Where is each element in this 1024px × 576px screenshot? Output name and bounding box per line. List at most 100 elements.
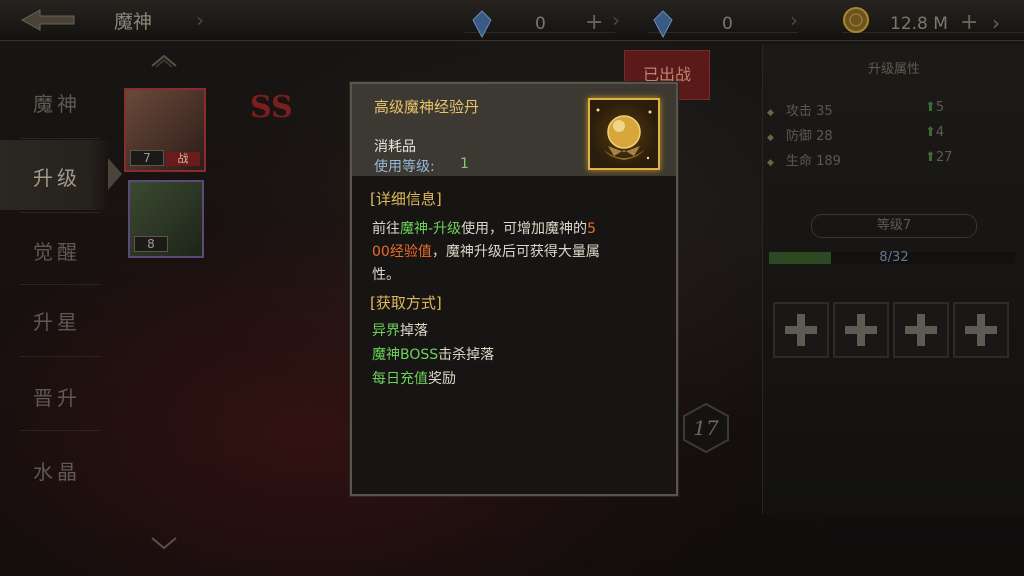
- sidebar-item-awaken[interactable]: 觉醒: [0, 214, 110, 284]
- source-text: 奖励: [428, 371, 456, 387]
- sidebar: 魔神 升级 觉醒 升星 晋升 水晶: [0, 58, 122, 558]
- item-type: 消耗品: [374, 139, 416, 155]
- stat-value: 35: [816, 104, 833, 119]
- stat-gain: 5: [935, 100, 945, 115]
- gold-coin-icon: [843, 7, 869, 33]
- item-name: 高级魔神经验丹: [374, 98, 480, 116]
- stat-gain: 4: [935, 125, 945, 140]
- scroll-up-icon[interactable]: [150, 54, 178, 68]
- tooltip-header: 高级魔神经验丹 消耗品 使用等级: 1: [352, 84, 676, 176]
- stat-attack: ◆ 攻击 35: [767, 100, 833, 119]
- sidebar-item-star-up[interactable]: 升星: [0, 284, 110, 354]
- hero-card-1[interactable]: 7 战: [124, 88, 206, 172]
- stat-gain-hp: ⬆27: [925, 150, 952, 165]
- sidebar-item-label: 魔神: [33, 92, 81, 116]
- material-slot-3[interactable]: [893, 302, 949, 358]
- up-arrow-icon: ⬆: [925, 100, 936, 115]
- desc-text: 性。: [372, 267, 400, 283]
- divider: [20, 138, 100, 139]
- crystal-icon: [472, 10, 492, 38]
- source-highlight: 异界: [372, 323, 400, 339]
- diamond-icon: ◆: [767, 158, 774, 168]
- level-hex-badge: 17: [680, 402, 732, 454]
- rank-badge: SS: [250, 90, 293, 125]
- material-slot-1[interactable]: [773, 302, 829, 358]
- material-slot-4[interactable]: [953, 302, 1009, 358]
- item-tooltip: 高级魔神经验丹 消耗品 使用等级: 1 [详细信息] 前往魔神-升级使用，可增加…: [350, 82, 678, 496]
- currency-gold: 12.8 M + ›: [842, 6, 1024, 35]
- source-highlight: 每日充值: [372, 371, 428, 387]
- material-slot-2[interactable]: [833, 302, 889, 358]
- source-text: 掉落: [400, 323, 428, 339]
- add-currency-button[interactable]: +: [960, 10, 978, 35]
- golden-orb-icon: [596, 108, 652, 160]
- stat-value: 28: [816, 129, 833, 144]
- stat-name: 攻击: [785, 104, 812, 119]
- desc-text: 使用，可增加魔神的: [461, 221, 588, 237]
- hero-level: 8: [134, 236, 168, 252]
- divider: [20, 356, 100, 357]
- stat-name: 防御: [785, 129, 812, 144]
- currency-value: 12.8 M: [890, 14, 948, 34]
- desc-text: 前往: [372, 221, 400, 237]
- desc-text: ，魔神升级后可获得大量属: [431, 244, 600, 260]
- stat-name: 生命: [785, 154, 812, 169]
- source-text: 击杀掉落: [438, 347, 495, 363]
- diamond-icon: ◆: [767, 108, 774, 118]
- page-title: 魔神: [114, 11, 153, 33]
- item-icon-frame: [588, 98, 660, 170]
- upgrade-attributes-panel: 升级属性 ◆ 攻击 35 ⬆5 ◆ 防御 28 ⬆4 ◆ 生命 189 ⬆27 等级7…: [762, 44, 1024, 514]
- use-level-label: 使用等级:: [374, 159, 435, 175]
- currency-crystal-2: 0: [648, 6, 798, 38]
- sidebar-item-label: 升星: [33, 310, 81, 334]
- stat-hp: ◆ 生命 189: [767, 150, 841, 169]
- source-item: 异界掉落: [372, 320, 428, 340]
- currency-value: 0: [722, 14, 733, 34]
- source-item: 每日充值奖励: [372, 368, 456, 388]
- sidebar-item-label: 升级: [33, 166, 81, 190]
- up-arrow-icon: ⬆: [925, 125, 936, 140]
- level-label: 等级7: [811, 214, 977, 238]
- hero-level: 7: [130, 150, 164, 166]
- scroll-down-icon[interactable]: [150, 536, 178, 550]
- sidebar-item-upgrade[interactable]: 升级: [0, 140, 122, 210]
- currency-crystal-1: 0 +: [465, 6, 615, 38]
- sidebar-item-label: 水晶: [33, 460, 81, 484]
- up-arrow-icon: ⬆: [925, 150, 936, 165]
- item-description: 前往魔神-升级使用，可增加魔神的5 00经验值，魔神升级后可获得大量属性。: [372, 218, 642, 287]
- stat-gain: 27: [935, 150, 953, 165]
- sidebar-item-mashen[interactable]: 魔神: [0, 66, 110, 136]
- hero-status-badge: 战: [166, 152, 200, 166]
- panel-title: 升级属性: [867, 62, 920, 77]
- chevron-right-icon: ›: [790, 8, 798, 32]
- sidebar-item-crystal[interactable]: 水晶: [0, 434, 110, 504]
- chevron-right-icon: ›: [992, 11, 1000, 35]
- diamond-icon: ◆: [767, 133, 774, 143]
- level-hex-value: 17: [693, 416, 719, 440]
- add-currency-button[interactable]: +: [585, 10, 603, 35]
- back-arrow-icon: [20, 9, 75, 31]
- desc-exp-value: 00经验值: [372, 244, 432, 260]
- chevron-right-icon: ›: [612, 8, 620, 32]
- sidebar-item-promote[interactable]: 晋升: [0, 360, 110, 430]
- use-level-value: 1: [460, 156, 469, 172]
- source-highlight: 魔神BOSS: [372, 347, 439, 363]
- currency-value: 0: [535, 14, 546, 34]
- hero-card-2[interactable]: 8: [128, 180, 204, 258]
- source-item: 魔神BOSS击杀掉落: [372, 344, 494, 364]
- sidebar-item-label: 觉醒: [33, 240, 81, 264]
- crystal-icon: [653, 10, 673, 38]
- exp-text: 8/32: [879, 250, 909, 265]
- top-bar: 魔神 › 0 + › 0 › 12.8 M + ›: [0, 0, 1024, 41]
- stat-defense: ◆ 防御 28: [767, 125, 833, 144]
- desc-exp-value: 5: [587, 221, 596, 237]
- chevron-right-icon: ›: [196, 8, 204, 32]
- stat-gain-attack: ⬆5: [925, 100, 944, 115]
- sidebar-item-label: 晋升: [33, 386, 81, 410]
- divider: [20, 212, 100, 213]
- desc-link: 魔神-升级: [400, 221, 462, 237]
- details-header: [详细信息]: [370, 190, 442, 208]
- sources-header: [获取方式]: [370, 294, 442, 312]
- back-button[interactable]: [18, 8, 78, 32]
- divider: [20, 430, 100, 431]
